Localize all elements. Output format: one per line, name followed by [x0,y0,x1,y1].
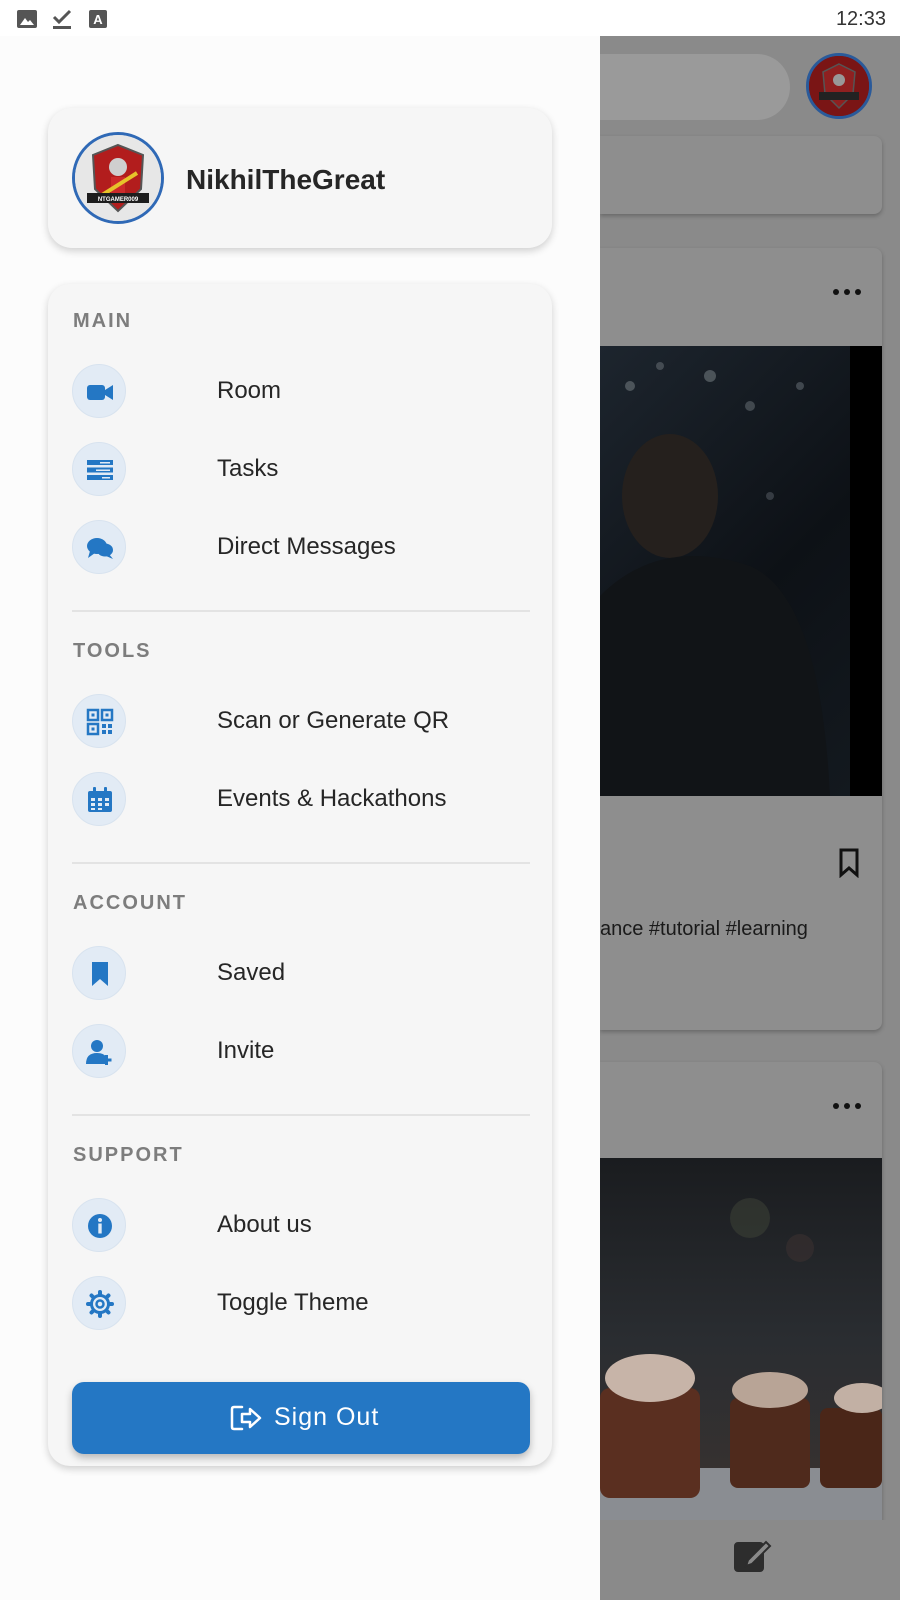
menu-label: Room [217,377,282,404]
avatar-badge-text: NTGAMER009 [98,197,139,203]
profile-card[interactable]: NTGAMER009 NikhilTheGreat [48,108,552,248]
post-image [600,1158,882,1562]
background-post-card: ance #tutorial #learning [600,248,882,1030]
calendar-icon [88,787,112,812]
menu-label: About us [217,1211,312,1238]
divider [72,1114,530,1116]
background-post-card [600,1062,882,1562]
menu-item-direct-messages[interactable]: Direct Messages [72,520,528,576]
post-caption: ance #tutorial #learning [600,918,808,940]
more-options-icon [833,289,861,295]
section-title-tools: TOOLS [73,640,152,662]
background-bottom-bar [600,1520,900,1600]
section-title-main: MAIN [73,310,133,332]
username: NikhilTheGreat [186,164,386,195]
image-icon [17,10,37,28]
check-download-icon [52,9,72,29]
menu-label: Toggle Theme [217,1289,369,1316]
section-title-account: ACCOUNT [73,892,187,914]
menu-card: MAIN Room Tasks Direct Messages TOOLS Sc… [48,284,552,1466]
avatar[interactable]: NTGAMER009 [72,132,164,224]
bookmark-icon [92,962,108,986]
background-post-card [600,136,882,214]
sign-out-label: Sign Out [274,1403,380,1431]
gear-icon [86,1290,114,1318]
text-a-icon: A [89,10,107,28]
menu-item-events[interactable]: Events & Hackathons [72,772,528,828]
info-icon [88,1214,112,1238]
section-title-support: SUPPORT [73,1144,184,1166]
navigation-drawer: NTGAMER009 NikhilTheGreat MAIN Room Task… [0,36,600,1600]
divider [72,862,530,864]
bookmark-icon [839,848,859,878]
menu-label: Saved [217,959,286,986]
menu-item-about[interactable]: About us [72,1198,528,1254]
menu-label: Invite [217,1037,275,1064]
background-avatar [806,53,872,119]
menu-item-scan-qr[interactable]: Scan or Generate QR [72,694,528,750]
edit-icon [734,1540,772,1572]
sign-out-button[interactable]: Sign Out [72,1382,530,1454]
menu-item-invite[interactable]: Invite [72,1024,528,1080]
menu-item-saved[interactable]: Saved [72,946,528,1002]
menu-item-room[interactable]: Room [72,364,528,420]
video-camera-icon [87,385,113,400]
menu-label: Direct Messages [217,533,396,560]
add-user-icon [86,1040,112,1065]
qr-code-icon [86,708,114,736]
svg-text:A: A [93,12,103,27]
tasks-list-icon [87,460,113,480]
menu-item-tasks[interactable]: Tasks [72,442,528,498]
divider [72,610,530,612]
menu-label: Events & Hackathons [217,785,447,812]
chat-bubbles-icon [87,538,113,559]
menu-item-toggle-theme[interactable]: Toggle Theme [72,1276,528,1332]
status-bar: A 12:33 [0,0,900,36]
more-options-icon [833,1103,861,1109]
menu-label: Tasks [217,455,279,482]
post-image [600,346,882,796]
background-search-bar [600,54,790,120]
sign-out-icon [230,1405,262,1431]
clock: 12:33 [835,8,886,30]
background-feed: ance #tutorial #learning [600,36,900,1600]
menu-label: Scan or Generate QR [217,707,450,734]
